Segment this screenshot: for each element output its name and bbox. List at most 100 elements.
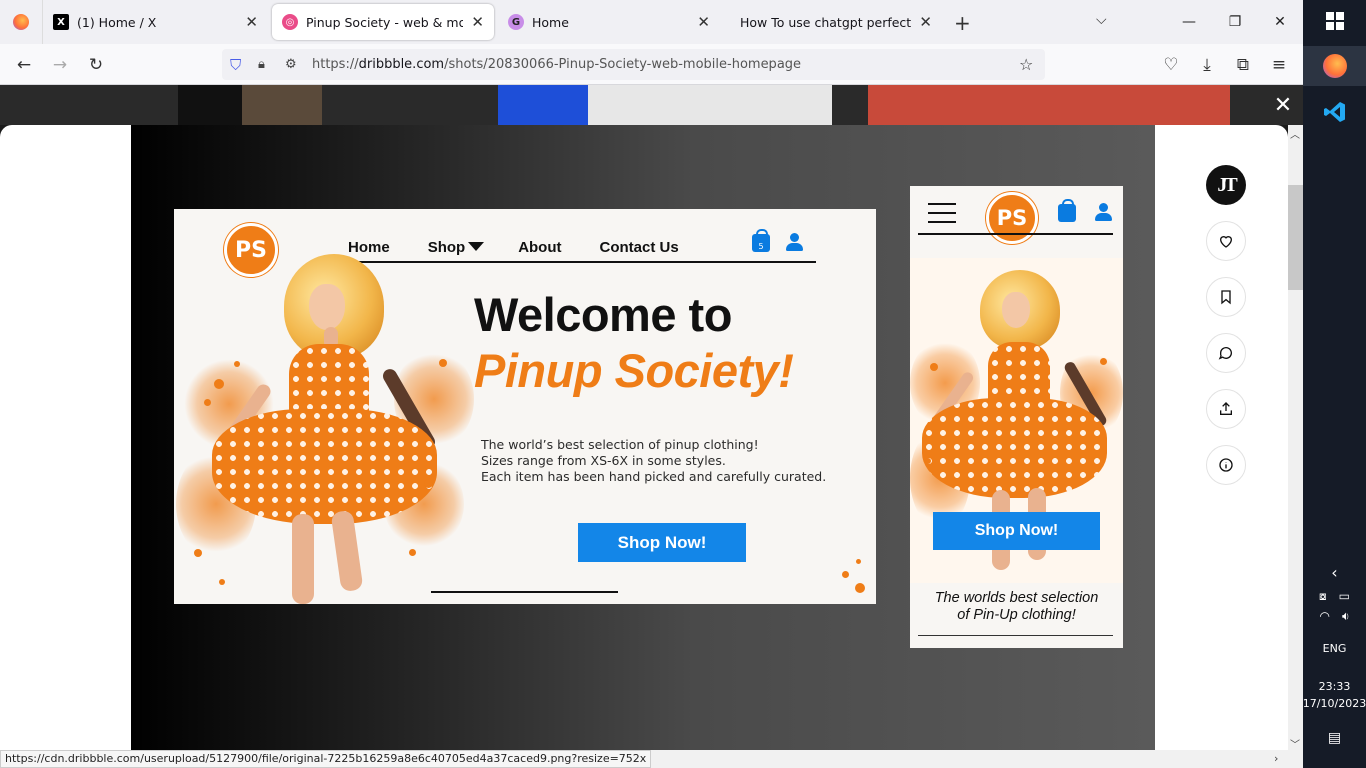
shopping-bag-icon[interactable]: 5 bbox=[752, 229, 770, 252]
desktop-mockup: PS Home Shop About Contact Us 5 Welcome … bbox=[174, 209, 876, 604]
back-icon[interactable]: ← bbox=[13, 54, 35, 76]
tagline-line: The worlds best selection bbox=[934, 590, 1099, 606]
heart-icon bbox=[1219, 236, 1233, 248]
close-tab-icon[interactable]: ✕ bbox=[689, 13, 710, 31]
battery-icon[interactable]: ▭ bbox=[1339, 589, 1350, 603]
url-host: dribbble.com bbox=[358, 57, 445, 72]
url-path: /shots/20830066-Pinup-Society-web-mobile… bbox=[444, 57, 802, 72]
shop-now-button[interactable]: Shop Now! bbox=[578, 523, 746, 562]
scroll-right-icon[interactable]: › bbox=[1274, 752, 1278, 765]
tab-title: Pinup Society - web & mobile h bbox=[306, 14, 464, 30]
g-app-icon: G bbox=[508, 14, 524, 30]
designer-avatar[interactable]: JT bbox=[1206, 165, 1246, 205]
pinup-illustration bbox=[174, 249, 474, 604]
user-icon[interactable] bbox=[784, 232, 804, 252]
new-tab-button[interactable]: + bbox=[954, 11, 971, 35]
hero-description: The world’s best selection of pinup clot… bbox=[481, 437, 826, 485]
share-button[interactable] bbox=[1206, 389, 1246, 429]
close-window-icon[interactable]: ✕ bbox=[1257, 0, 1303, 44]
tagline-line: of Pin-Up clothing! bbox=[957, 607, 1076, 623]
vscode-taskbar-icon[interactable] bbox=[1303, 92, 1366, 132]
hero-copy-line: Sizes range from XS-6X in some styles. bbox=[481, 453, 726, 468]
clock-date[interactable]: 17/10/2023 bbox=[1303, 696, 1366, 712]
bookmark-icon bbox=[1221, 290, 1231, 305]
windows-logo-icon bbox=[1325, 12, 1344, 30]
tab-x-home[interactable]: X (1) Home / X ✕ bbox=[42, 0, 268, 44]
scrollbar-thumb[interactable] bbox=[1288, 185, 1303, 290]
pocket-icon[interactable]: ♡ bbox=[1160, 54, 1182, 76]
user-icon[interactable] bbox=[1093, 202, 1113, 222]
shop-now-button[interactable]: Shop Now! bbox=[933, 512, 1100, 550]
clock-time[interactable]: 23:33 bbox=[1303, 679, 1366, 695]
tab-home[interactable]: G Home ✕ bbox=[498, 0, 720, 44]
windows-taskbar: ‹ ⧇ ▭ ◠ 🔉︎ ENG 23:33 17/10/2023 ▤ bbox=[1303, 0, 1366, 768]
divider bbox=[918, 233, 1113, 235]
shopping-bag-icon[interactable] bbox=[1058, 199, 1076, 222]
notifications-icon[interactable]: ▤ bbox=[1303, 728, 1366, 748]
mobile-tagline: The worlds best selection of Pin-Up clot… bbox=[910, 590, 1123, 624]
share-icon bbox=[1220, 402, 1232, 415]
navigation-toolbar: ← → ↻ ⛉ 🔒︎ ⚙ https://dribbble.com/shots/… bbox=[0, 44, 1303, 85]
nav-contact[interactable]: Contact Us bbox=[600, 239, 679, 256]
firefox-icon bbox=[1322, 54, 1347, 78]
menu-icon[interactable]: ≡ bbox=[1268, 54, 1290, 76]
decor-dot bbox=[842, 571, 849, 578]
hamburger-menu-icon[interactable] bbox=[928, 203, 956, 223]
details-button[interactable] bbox=[1206, 445, 1246, 485]
meet-icon[interactable]: ⧇ bbox=[1319, 589, 1327, 604]
list-all-tabs-icon[interactable]: ⌵ bbox=[1096, 12, 1107, 28]
tab-pinup-society[interactable]: ◎ Pinup Society - web & mobile h ✕ bbox=[272, 4, 494, 40]
status-link-preview: https://cdn.dribbble.com/userupload/5127… bbox=[0, 750, 652, 768]
start-button[interactable] bbox=[1303, 10, 1366, 32]
tab-title: How To use chatgpt perfectly. bbox=[740, 14, 912, 30]
minimize-icon[interactable]: — bbox=[1166, 0, 1212, 44]
permissions-icon[interactable]: ⚙ bbox=[285, 57, 297, 72]
divider bbox=[918, 635, 1113, 636]
decor-dot bbox=[856, 559, 861, 564]
url-text[interactable]: https://dribbble.com/shots/20830066-Pinu… bbox=[312, 57, 801, 72]
close-tab-icon[interactable]: ✕ bbox=[237, 13, 258, 31]
decor-dot bbox=[855, 583, 865, 593]
firefox-taskbar-icon[interactable] bbox=[1303, 46, 1366, 86]
show-hidden-icons[interactable]: ‹ bbox=[1303, 562, 1366, 582]
comments-button[interactable] bbox=[1206, 333, 1246, 373]
extensions-icon[interactable]: ⧉ bbox=[1232, 54, 1254, 76]
shield-icon[interactable]: ⛉ bbox=[230, 56, 241, 74]
wifi-icon[interactable]: ◠ bbox=[1319, 609, 1329, 623]
forward-icon[interactable]: → bbox=[49, 54, 71, 76]
volume-icon[interactable]: 🔉︎ bbox=[1342, 609, 1350, 624]
nav-about[interactable]: About bbox=[518, 239, 561, 256]
logo: PS bbox=[986, 192, 1038, 244]
mobile-mockup: PS Shop Now! The worlds best selection o… bbox=[910, 186, 1123, 648]
scroll-up-icon[interactable]: ︿ bbox=[1290, 126, 1300, 141]
like-button[interactable] bbox=[1206, 221, 1246, 261]
language-indicator[interactable]: ENG bbox=[1303, 641, 1366, 657]
address-bar[interactable]: ⛉ 🔒︎ ⚙ https://dribbble.com/shots/208300… bbox=[222, 49, 1045, 80]
x-logo-icon: X bbox=[53, 14, 69, 30]
maximize-icon[interactable]: ❐ bbox=[1212, 0, 1258, 44]
star-icon[interactable]: ☆ bbox=[1019, 55, 1033, 74]
firefox-icon bbox=[13, 14, 29, 30]
close-tab-icon[interactable]: ✕ bbox=[463, 13, 484, 31]
save-button[interactable] bbox=[1206, 277, 1246, 317]
tab-strip: X (1) Home / X ✕ ◎ Pinup Society - web &… bbox=[0, 0, 1303, 44]
url-scheme: https:// bbox=[312, 57, 359, 72]
hero-copy-line: The world’s best selection of pinup clot… bbox=[481, 437, 759, 452]
reload-icon[interactable]: ↻ bbox=[85, 54, 107, 76]
cart-count: 5 bbox=[758, 242, 764, 251]
close-tab-icon[interactable]: ✕ bbox=[911, 13, 932, 31]
lock-icon[interactable]: 🔒︎ bbox=[258, 57, 265, 72]
scroll-down-icon[interactable]: ﹀ bbox=[1290, 736, 1300, 751]
divider bbox=[431, 591, 618, 593]
background-page bbox=[0, 85, 1303, 125]
system-tray: ⧇ ▭ ◠ 🔉︎ bbox=[1303, 586, 1366, 626]
dribbble-icon: ◎ bbox=[282, 14, 298, 30]
tab-chatgpt[interactable]: How To use chatgpt perfectly. ✕ bbox=[720, 0, 942, 44]
tab-title: (1) Home / X bbox=[77, 14, 157, 30]
close-overlay-icon[interactable]: ✕ bbox=[1272, 93, 1294, 118]
vscode-icon bbox=[1323, 102, 1345, 122]
shot-modal: PS Home Shop About Contact Us 5 Welcome … bbox=[0, 125, 1288, 750]
download-icon[interactable]: ⤓ bbox=[1196, 54, 1218, 76]
tab-firefox-view[interactable] bbox=[0, 0, 42, 44]
shot-image: PS Home Shop About Contact Us 5 Welcome … bbox=[131, 125, 1155, 750]
